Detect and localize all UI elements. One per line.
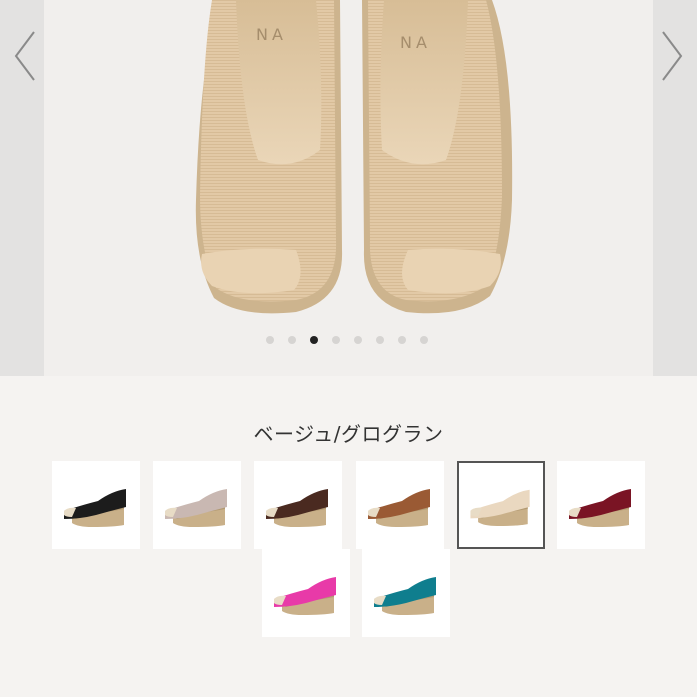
carousel-dot[interactable] xyxy=(309,336,318,344)
product-image-carousel[interactable]: NA NA xyxy=(0,0,697,376)
product-photo: NA NA xyxy=(44,0,653,376)
color-swatch[interactable] xyxy=(362,549,450,637)
color-swatch[interactable] xyxy=(457,461,545,549)
color-swatch[interactable] xyxy=(557,461,645,549)
wedge-shoe-icon xyxy=(368,489,430,527)
previous-image-button[interactable] xyxy=(10,26,40,86)
carousel-dot[interactable] xyxy=(287,336,296,344)
color-swatch[interactable] xyxy=(153,461,241,549)
color-swatch[interactable] xyxy=(254,461,342,549)
wedge-shoe-icon xyxy=(569,489,631,527)
color-swatch[interactable] xyxy=(262,549,350,637)
wedge-shoe-icon xyxy=(266,489,328,527)
carousel-dot[interactable] xyxy=(353,336,362,344)
color-swatch[interactable] xyxy=(52,461,140,549)
wedge-shoe-icon xyxy=(274,577,336,615)
carousel-dot[interactable] xyxy=(397,336,406,344)
selected-color-label: ベージュ/グログラン xyxy=(253,422,444,446)
wedge-shoe-icon xyxy=(64,489,126,527)
carousel-dot[interactable] xyxy=(265,336,274,344)
carousel-dot[interactable] xyxy=(375,336,384,344)
next-image-button[interactable] xyxy=(657,26,687,86)
wedge-shoe-icon xyxy=(374,577,436,615)
shoe-pair-illustration: NA NA xyxy=(195,0,513,314)
brand-imprint-right: NA xyxy=(400,33,431,52)
carousel-dot[interactable] xyxy=(419,336,428,344)
color-swatch[interactable] xyxy=(356,461,444,549)
wedge-shoe-icon xyxy=(165,489,227,527)
wedge-shoe-icon xyxy=(470,489,530,526)
brand-imprint-left: NA xyxy=(256,25,287,44)
carousel-dot[interactable] xyxy=(331,336,340,344)
carousel-pagination xyxy=(0,336,695,348)
chevron-right-icon xyxy=(662,31,683,81)
chevron-left-icon xyxy=(14,31,35,81)
